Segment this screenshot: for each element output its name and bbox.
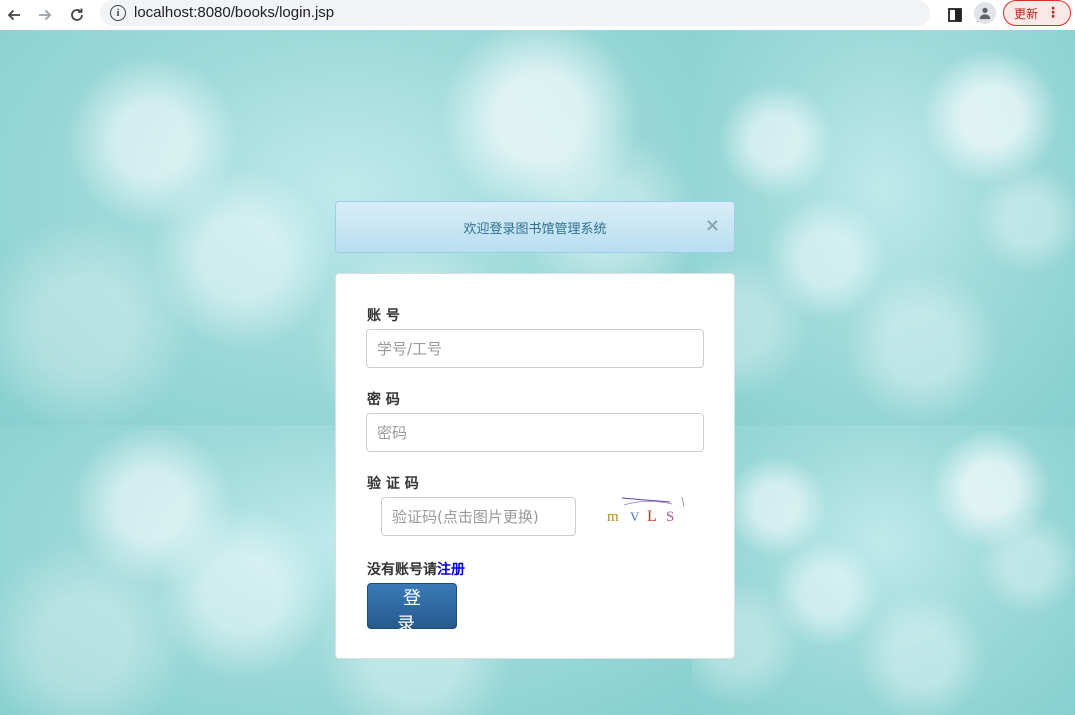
background-tile bbox=[692, 425, 1075, 715]
register-prompt: 没有账号请注册 bbox=[367, 559, 465, 579]
login-button[interactable]: 登 录 bbox=[367, 583, 457, 635]
register-link[interactable]: 注册 bbox=[437, 562, 465, 578]
profile-avatar-icon[interactable] bbox=[974, 2, 996, 24]
captcha-char: L bbox=[647, 508, 657, 525]
background-tile bbox=[692, 30, 1075, 425]
reload-icon[interactable] bbox=[66, 4, 88, 26]
site-info-icon[interactable]: i bbox=[110, 5, 126, 21]
password-input[interactable] bbox=[366, 413, 704, 452]
update-label: 更新 bbox=[1013, 6, 1038, 21]
page-background: 欢迎登录图书馆管理系统 × 账 号 密 码 验 证 码 m V L S 没有账号… bbox=[0, 30, 1075, 715]
side-panel-icon[interactable] bbox=[944, 4, 966, 26]
captcha-char: m bbox=[607, 509, 619, 525]
update-button[interactable]: 更新 ⋮ bbox=[1003, 0, 1071, 26]
account-input[interactable] bbox=[366, 329, 704, 368]
kebab-menu-icon[interactable]: ⋮ bbox=[1046, 5, 1060, 21]
back-arrow-icon[interactable] bbox=[3, 4, 25, 26]
welcome-alert: 欢迎登录图书馆管理系统 × bbox=[335, 201, 735, 253]
forward-arrow-icon[interactable] bbox=[34, 4, 56, 26]
captcha-char: S bbox=[666, 509, 674, 525]
url-text[interactable]: localhost:8080/books/login.jsp bbox=[134, 4, 334, 21]
captcha-char: V bbox=[630, 509, 640, 524]
captcha-image[interactable]: m V L S bbox=[602, 494, 687, 528]
register-prefix: 没有账号请 bbox=[367, 562, 437, 578]
address-bar[interactable]: i localhost:8080/books/login.jsp ☆ bbox=[100, 0, 1018, 26]
captcha-input[interactable] bbox=[381, 497, 576, 536]
password-label: 密 码 bbox=[367, 392, 400, 408]
alert-message: 欢迎登录图书馆管理系统 bbox=[463, 221, 607, 237]
login-form-panel: 账 号 密 码 验 证 码 m V L S 没有账号请注册 登 录 bbox=[335, 273, 735, 659]
browser-toolbar: i localhost:8080/books/login.jsp ☆ 更新 ⋮ bbox=[0, 0, 1075, 30]
captcha-label: 验 证 码 bbox=[367, 476, 419, 492]
close-icon[interactable]: × bbox=[705, 217, 720, 235]
account-label: 账 号 bbox=[367, 308, 400, 324]
